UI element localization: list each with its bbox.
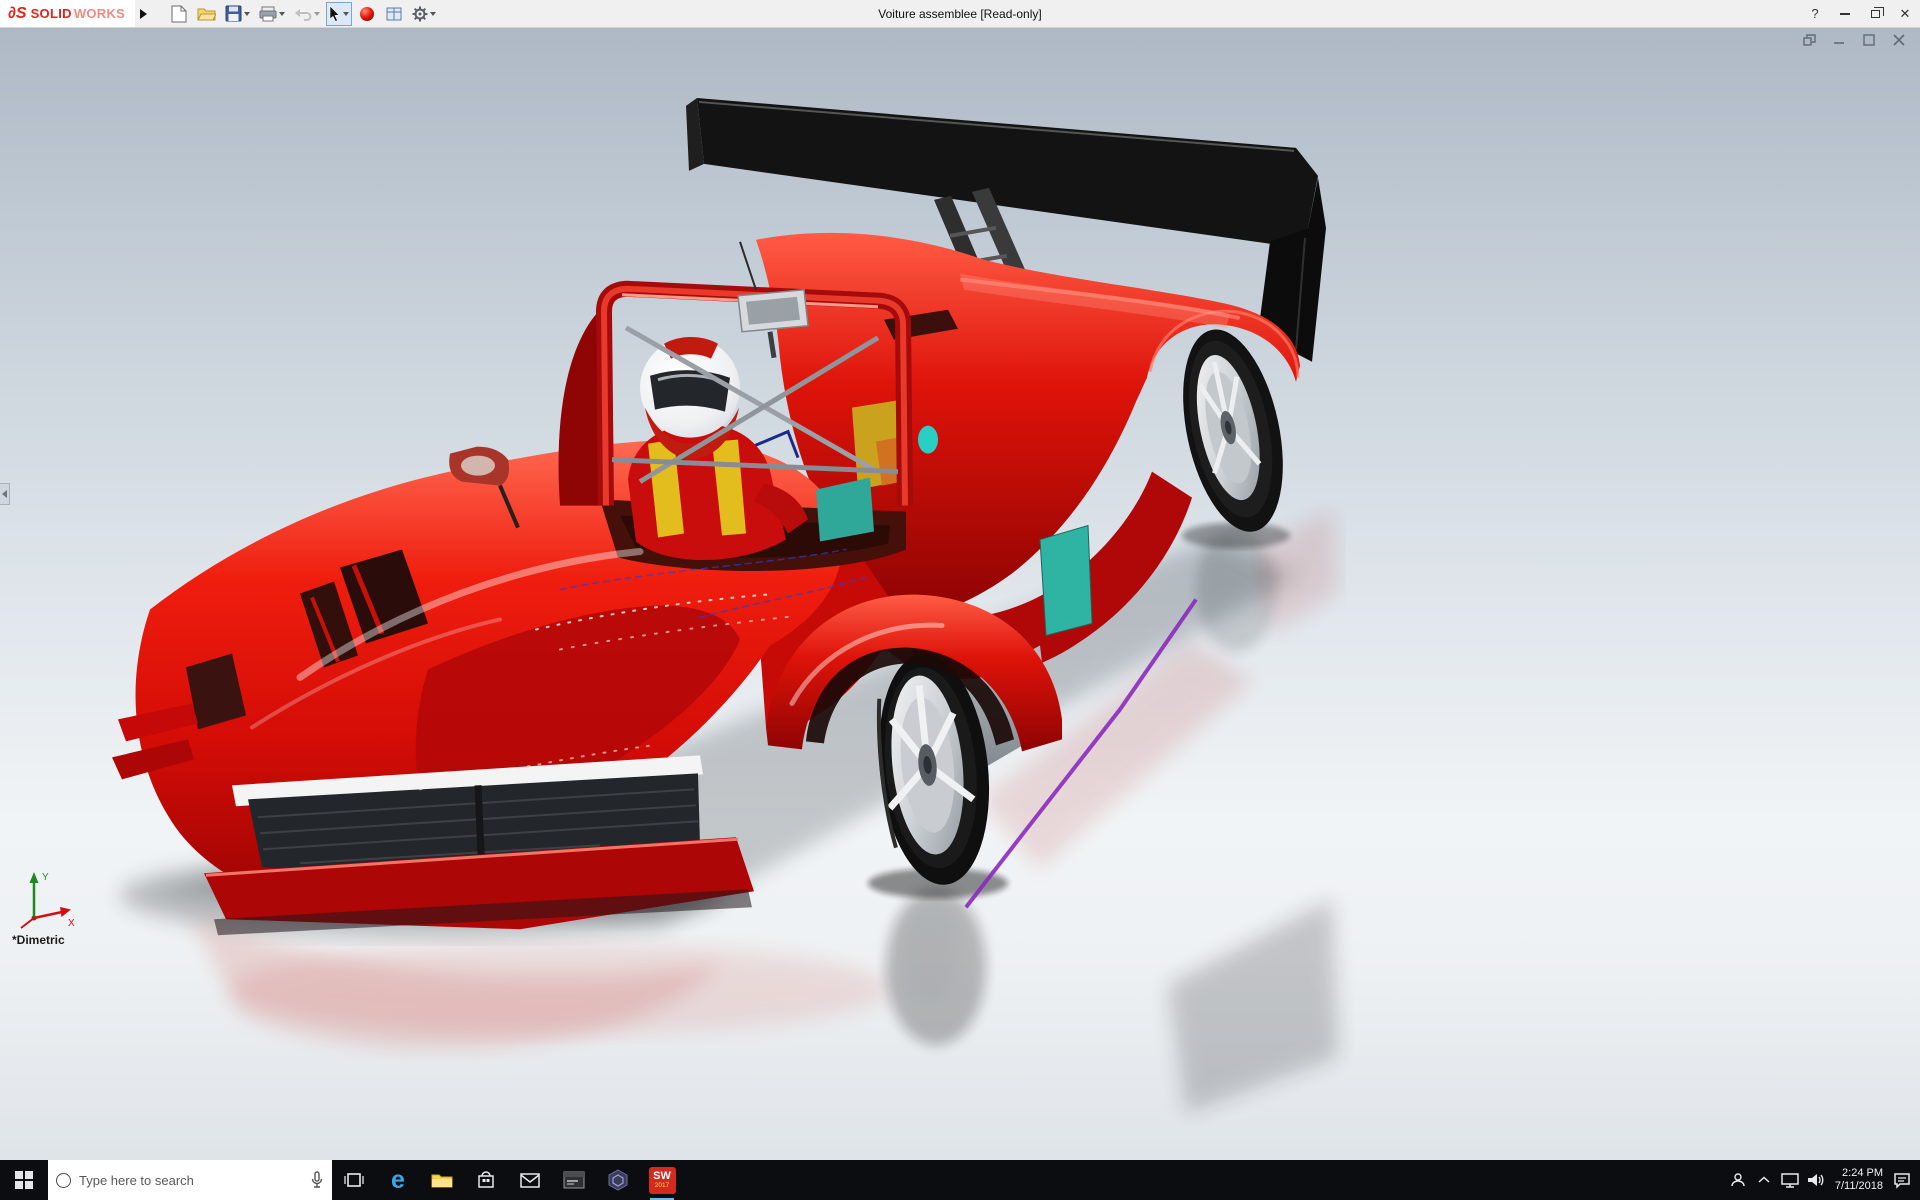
y-axis-label: Y — [42, 872, 49, 883]
mail-button[interactable] — [508, 1160, 552, 1200]
window-controls: ? ✕ — [1800, 0, 1920, 27]
user-icon — [1730, 1172, 1746, 1188]
save-button[interactable] — [222, 2, 253, 26]
select-cursor-icon — [329, 6, 341, 22]
x-axis-icon — [34, 912, 62, 918]
chevron-up-icon — [1758, 1176, 1770, 1184]
options-gear-icon — [412, 6, 428, 22]
new-document-button[interactable] — [167, 2, 191, 26]
close-button[interactable]: ✕ — [1890, 0, 1920, 27]
evaluate-report-button[interactable] — [382, 2, 406, 26]
new-document-icon — [171, 5, 187, 23]
taskbar-search[interactable] — [48, 1160, 332, 1200]
open-button[interactable] — [194, 2, 219, 26]
driver[interactable] — [628, 337, 808, 560]
orientation-triad[interactable]: Y X — [12, 866, 82, 941]
options-dropdown-caret[interactable] — [430, 12, 436, 16]
solidworks-window: ∂S SOLID WORKS — [0, 0, 1920, 1200]
antenna — [740, 242, 756, 290]
start-button[interactable] — [0, 1160, 48, 1200]
doc-maximize-icon — [1863, 34, 1875, 46]
title-bar: ∂S SOLID WORKS — [0, 0, 1920, 28]
minimize-button[interactable] — [1830, 0, 1860, 27]
doc-maximize-button[interactable] — [1862, 34, 1876, 46]
solidworks-2017-icon: SW 2017 — [649, 1167, 676, 1194]
volume-button[interactable] — [1803, 1160, 1829, 1200]
store-icon — [477, 1170, 495, 1190]
appearance-button[interactable] — [355, 2, 379, 26]
solidworks-taskbar-button[interactable]: SW 2017 — [640, 1160, 684, 1200]
doc-minimize-icon — [1833, 34, 1845, 46]
network-icon — [1781, 1172, 1799, 1188]
action-center-button[interactable] — [1889, 1160, 1915, 1200]
windows-taskbar: e — [0, 1160, 1920, 1200]
z-axis-icon — [21, 918, 34, 928]
help-button[interactable]: ? — [1800, 0, 1830, 27]
open-icon — [197, 6, 216, 21]
taskbar-clock[interactable]: 2:24 PM 7/11/2018 — [1829, 1167, 1889, 1193]
tray-user-button[interactable] — [1725, 1160, 1751, 1200]
system-tray: 2:24 PM 7/11/2018 — [1725, 1160, 1920, 1200]
app-window-icon — [563, 1171, 585, 1189]
clock-date: 7/11/2018 — [1835, 1180, 1883, 1193]
windows-logo-icon — [15, 1171, 33, 1189]
select-tool-button[interactable] — [326, 2, 352, 26]
brand-solid-text: SOLID — [31, 6, 72, 21]
view-orientation-label: *Dimetric — [12, 933, 65, 947]
hidden-icons-button[interactable] — [1751, 1160, 1777, 1200]
network-button[interactable] — [1777, 1160, 1803, 1200]
chevron-left-icon — [2, 490, 7, 498]
doc-restore-icon — [1803, 34, 1816, 46]
task-view-icon — [344, 1170, 364, 1190]
doc-close-icon — [1893, 34, 1905, 46]
panel-flyout-tab[interactable] — [0, 483, 10, 505]
restore-icon — [1871, 10, 1880, 18]
edge-icon: e — [391, 1168, 405, 1193]
appearance-sphere-icon — [359, 6, 375, 22]
window-title: Voiture assemblee [Read-only] — [400, 7, 1520, 21]
hexagon-app-button[interactable] — [596, 1160, 640, 1200]
hexagon-app-icon — [608, 1169, 628, 1191]
minimize-icon — [1840, 13, 1850, 15]
microphone-icon[interactable] — [310, 1171, 324, 1189]
file-explorer-button[interactable] — [420, 1160, 464, 1200]
save-icon — [225, 5, 242, 22]
x-axis-label: X — [68, 918, 75, 929]
doc-minimize-button[interactable] — [1832, 34, 1846, 46]
graphics-area[interactable]: Y X *Dimetric — [0, 28, 1920, 1160]
solidworks-logo: ∂S SOLID WORKS — [0, 0, 135, 27]
mail-icon — [520, 1173, 540, 1188]
document-window-controls — [1802, 34, 1906, 46]
doc-close-button[interactable] — [1892, 34, 1906, 46]
store-button[interactable] — [464, 1160, 508, 1200]
restore-button[interactable] — [1860, 0, 1890, 27]
quick-access-toolbar — [167, 0, 439, 27]
undo-icon — [294, 7, 312, 21]
undo-dropdown-caret[interactable] — [314, 12, 320, 16]
doc-restore-button[interactable] — [1802, 34, 1816, 46]
print-icon — [259, 6, 277, 22]
select-dropdown-caret[interactable] — [343, 12, 349, 16]
taskbar-search-input[interactable] — [79, 1173, 302, 1188]
snipping-window-button[interactable] — [552, 1160, 596, 1200]
speaker-icon — [1807, 1172, 1825, 1188]
search-icon — [56, 1173, 71, 1188]
clock-time: 2:24 PM — [1835, 1167, 1883, 1180]
print-button[interactable] — [256, 2, 288, 26]
save-dropdown-caret[interactable] — [244, 12, 250, 16]
edge-button[interactable]: e — [376, 1160, 420, 1200]
task-view-button[interactable] — [332, 1160, 376, 1200]
file-explorer-icon — [431, 1171, 453, 1189]
race-car-model[interactable] — [0, 28, 1920, 1160]
menu-flyout-button[interactable] — [135, 0, 151, 27]
options-button[interactable] — [409, 2, 439, 26]
flyout-arrow-icon — [140, 9, 147, 19]
ds-logo-icon: ∂S — [8, 5, 27, 23]
brand-works-text: WORKS — [74, 6, 125, 21]
evaluate-report-icon — [386, 6, 402, 22]
cyan-detail — [918, 426, 938, 454]
undo-button[interactable] — [291, 2, 323, 26]
print-dropdown-caret[interactable] — [279, 12, 285, 16]
action-center-icon — [1893, 1172, 1911, 1189]
